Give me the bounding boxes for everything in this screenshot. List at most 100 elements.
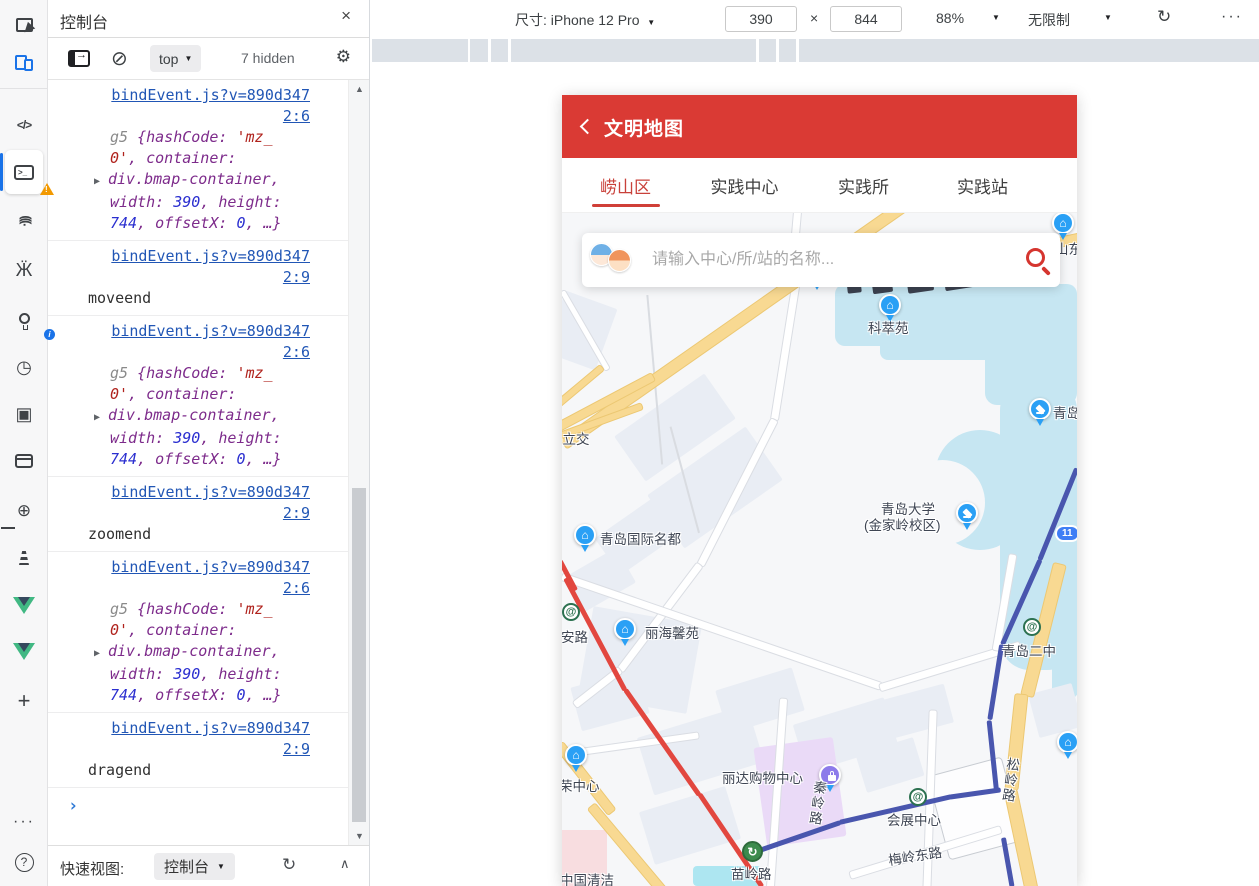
zoom-selector[interactable]: 88% (936, 10, 964, 26)
device-emulation-icon[interactable] (0, 46, 48, 80)
log-source-line-link[interactable]: 2:9 (48, 503, 310, 524)
device-selector[interactable]: 尺寸: iPhone 12 Pro ▼ (515, 10, 655, 30)
debugger-bug-icon[interactable]: Ӝ (0, 253, 48, 287)
viewport-width-input[interactable] (725, 6, 797, 32)
console-prompt[interactable]: › (48, 788, 348, 817)
preview-token: height (218, 665, 272, 683)
map-route-shield[interactable]: 11 (1055, 525, 1077, 542)
media-query-bar[interactable] (370, 39, 1259, 62)
expand-triangle-icon[interactable]: ▶ (94, 171, 108, 192)
log-source-line-link[interactable]: 2:6 (48, 578, 310, 599)
network-icon[interactable]: ·))) (7, 198, 41, 246)
sources-code-icon[interactable]: </> (0, 108, 48, 142)
tab-崂山区[interactable]: 崂山区 (566, 158, 685, 212)
log-source-link[interactable]: bindEvent.js?v=890d347 (48, 85, 310, 106)
scroll-down-icon[interactable]: ▼ (349, 831, 370, 841)
log-source-line-link[interactable]: 2:6 (48, 342, 310, 363)
expand-triangle-icon[interactable]: ▶ (94, 407, 108, 428)
media-query-segment[interactable] (759, 39, 776, 62)
map-metro-station-icon[interactable]: @ (562, 603, 580, 621)
issues-lightbulb-icon[interactable]: i (0, 301, 48, 335)
map-poi-building-icon[interactable]: ⌂ (574, 524, 596, 546)
media-query-segment[interactable] (779, 39, 796, 62)
clear-console-icon[interactable]: ⊘ (111, 46, 128, 71)
console-log-row: bindEvent.js?v=890d3472:6g5 {hashCode: '… (48, 316, 348, 477)
quick-view-selector[interactable]: 控制台 ▼ (154, 853, 235, 880)
console-object-preview[interactable]: g5 {hashCode: 'mz_0', container: ▶div.bm… (110, 599, 348, 706)
app-tab-bar: 崂山区实践中心实践所 实践站 (562, 158, 1077, 213)
media-query-segment[interactable] (511, 39, 756, 62)
rotate-device-icon[interactable]: ↻ (1157, 7, 1171, 27)
application-window-icon[interactable] (0, 444, 48, 478)
log-source-link[interactable]: bindEvent.js?v=890d347 (48, 482, 310, 503)
expand-triangle-icon[interactable]: ▶ (94, 643, 108, 664)
tab-实践中心[interactable]: 实践中心 (685, 158, 804, 212)
more-tools-icon[interactable]: ··· (0, 805, 48, 839)
lighthouse-icon[interactable] (0, 541, 48, 575)
preview-token: 0' (110, 149, 128, 167)
performance-gauge-icon[interactable]: ◷ (0, 350, 48, 384)
preview-token: { (137, 128, 146, 146)
map-shape (639, 786, 741, 865)
inspect-element-icon[interactable] (0, 8, 48, 42)
media-query-segment[interactable] (372, 39, 468, 62)
map-label: 会展中心 (887, 809, 941, 829)
map-poi-building-icon[interactable]: ⌂ (1052, 212, 1074, 234)
log-source-line-link[interactable]: 2:9 (48, 739, 310, 760)
console-log-row: bindEvent.js?v=890d3472:9zoomend (48, 477, 348, 552)
preview-token: div.bmap-container (108, 170, 271, 188)
tab-实践所[interactable]: 实践所 (804, 158, 923, 212)
network-conditions-globe-icon[interactable]: ⊕ (0, 494, 48, 528)
map-poi-graduation-cap-icon[interactable] (956, 502, 978, 524)
tab-实践站[interactable]: 实践站 (923, 158, 1042, 212)
memory-chip-icon[interactable]: ▣ (0, 397, 48, 431)
map-canvas[interactable]: ⌂山东头⌂科萃苑路立交⌂青岛国际名都青岛大学(金家岭校区)青岛11@安路⌂丽海馨… (562, 95, 1077, 886)
throttle-selector[interactable]: 无限制 (1028, 10, 1070, 30)
app-header: 文明地图 (562, 95, 1077, 158)
close-icon[interactable]: × (341, 6, 351, 26)
preview-token: , …} (245, 214, 281, 232)
scrollbar-thumb[interactable] (352, 488, 366, 822)
map-poi-building-icon[interactable]: ⌂ (879, 294, 901, 316)
rotate-device-icon[interactable]: ↻ (282, 855, 296, 875)
collapse-chevron-icon[interactable]: ∧ (340, 856, 350, 872)
viewport-height-input[interactable] (830, 6, 902, 32)
log-source-line-link[interactable]: 2:6 (48, 106, 310, 127)
console-object-preview[interactable]: g5 {hashCode: 'mz_0', container: ▶div.bm… (110, 363, 348, 470)
vue-devtools-icon-2[interactable] (0, 634, 48, 668)
help-icon[interactable]: ? (0, 845, 48, 879)
map-poi-building-icon[interactable]: ⌂ (1057, 731, 1077, 753)
console-sidebar-icon[interactable] (68, 50, 90, 67)
preview-token: : (227, 149, 236, 167)
preview-token: { (137, 600, 146, 618)
scroll-up-icon[interactable]: ▲ (349, 84, 370, 94)
map-metro-station-icon[interactable]: @ (909, 788, 927, 806)
more-options-icon[interactable]: ··· (1221, 8, 1243, 26)
console-panel-icon[interactable]: >_ (0, 155, 48, 189)
preview-token: 744 (110, 450, 137, 468)
search-input[interactable] (652, 245, 972, 275)
gear-icon[interactable]: ⚙ (336, 47, 351, 67)
back-chevron-icon[interactable] (580, 119, 596, 135)
console-object-preview[interactable]: g5 {hashCode: 'mz_0', container: ▶div.bm… (110, 127, 348, 234)
context-selector[interactable]: top ▼ (150, 45, 201, 72)
console-scrollbar[interactable]: ▲ ▼ (348, 80, 369, 845)
media-query-segment[interactable] (491, 39, 508, 62)
tab-label: 实践站 (957, 173, 1008, 198)
map-poi-graduation-cap-icon[interactable] (1029, 398, 1051, 420)
search-icon[interactable] (1026, 248, 1045, 267)
vue-devtools-icon[interactable] (0, 588, 48, 622)
map-metro-station-icon[interactable]: @ (1023, 618, 1041, 636)
map-metro-interchange-icon[interactable]: ↻ (742, 841, 763, 862)
map-poi-building-icon[interactable]: ⌂ (565, 744, 587, 766)
media-query-segment[interactable] (470, 39, 488, 62)
map-label: 科萃苑 (868, 317, 909, 337)
map-poi-building-icon[interactable]: ⌂ (614, 618, 636, 640)
log-source-line-link[interactable]: 2:9 (48, 267, 310, 288)
media-query-segment[interactable] (799, 39, 1259, 62)
log-source-link[interactable]: bindEvent.js?v=890d347 (48, 246, 310, 267)
log-source-link[interactable]: bindEvent.js?v=890d347 (48, 718, 310, 739)
log-source-link[interactable]: bindEvent.js?v=890d347 (48, 321, 310, 342)
log-source-link[interactable]: bindEvent.js?v=890d347 (48, 557, 310, 578)
add-panel-plus-icon[interactable]: + (0, 684, 48, 718)
